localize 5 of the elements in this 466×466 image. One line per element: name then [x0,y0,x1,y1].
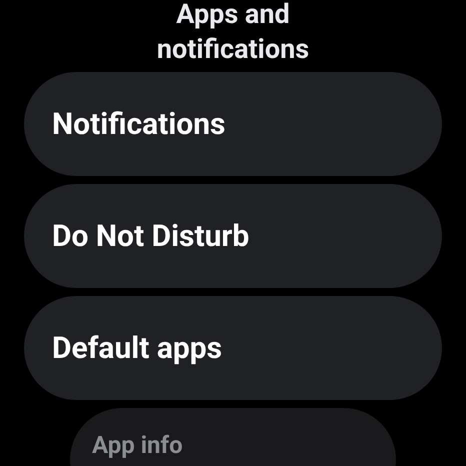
settings-chip[interactable]: Do Not Disturb [24,184,442,288]
screen-title: Apps and notifications [156,0,310,67]
settings-chip[interactable]: Default apps [24,296,442,400]
settings-chip[interactable]: App info [70,408,396,466]
settings-chip[interactable]: Notifications [24,72,442,176]
